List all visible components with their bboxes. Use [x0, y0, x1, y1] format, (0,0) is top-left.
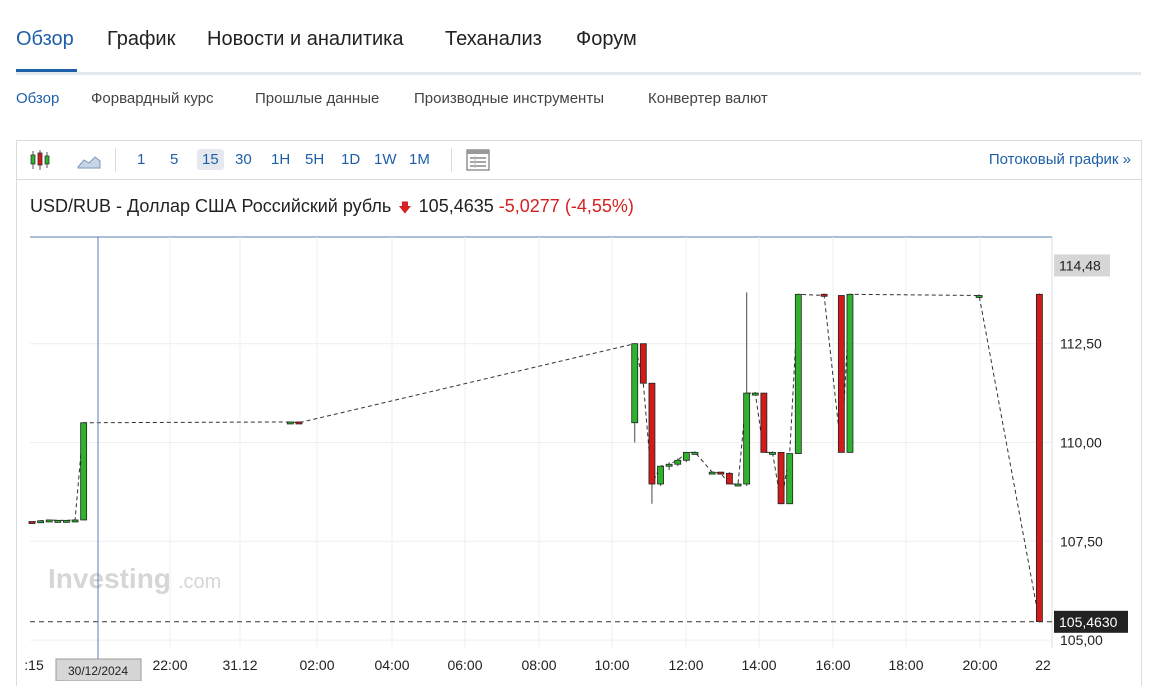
candle-body[interactable] — [820, 293, 828, 297]
x-tick-label: 22:00 — [152, 657, 187, 673]
candle-body[interactable] — [708, 471, 716, 475]
candlestick-chart[interactable]: Investing .com 112,50 110,00 107,50 105,00 114… — [0, 0, 1166, 681]
candle-body[interactable] — [769, 451, 776, 455]
candle-body[interactable] — [648, 382, 656, 485]
x-tick-label: 20:00 — [962, 657, 997, 673]
candle-body[interactable] — [28, 521, 36, 524]
candle-body[interactable] — [63, 519, 70, 523]
candle-body[interactable] — [837, 295, 845, 453]
investing-watermark: Investing — [48, 563, 171, 594]
candle-body[interactable] — [717, 471, 725, 475]
x-tick-label: 02:00 — [299, 657, 334, 673]
candle-body[interactable] — [631, 343, 639, 424]
candle-body[interactable] — [734, 483, 742, 487]
candle-body[interactable] — [639, 343, 647, 384]
investing-watermark-suffix: .com — [178, 571, 221, 593]
candle-body[interactable] — [45, 519, 53, 523]
candle-body[interactable] — [1035, 293, 1043, 622]
candle-body[interactable] — [295, 421, 303, 425]
crosshair-date-label: 30/12/2024 — [68, 664, 128, 678]
candle-body[interactable] — [71, 519, 79, 523]
candle-body[interactable] — [846, 293, 854, 453]
candle-body[interactable] — [975, 295, 983, 298]
candle-body[interactable] — [54, 519, 62, 523]
x-tick-label: 16:00 — [815, 657, 850, 673]
y-tick-label: 105,00 — [1060, 632, 1103, 648]
last-price-label: 105,4630 — [1059, 614, 1118, 630]
y-tick-label: 112,50 — [1060, 336, 1102, 352]
candle-body[interactable] — [751, 392, 759, 396]
x-tick-label: 10:00 — [594, 657, 629, 673]
x-tick-label: 08:00 — [521, 657, 556, 673]
x-tick-label: 12:00 — [668, 657, 703, 673]
candle-body[interactable] — [777, 451, 785, 505]
y-tick-label: 107,50 — [1060, 533, 1103, 549]
y-tick-label: 110,00 — [1060, 435, 1102, 451]
x-tick-label: 04:00 — [374, 657, 409, 673]
high-price-label: 114,48 — [1059, 257, 1101, 273]
candle-body[interactable] — [682, 451, 690, 461]
candle-body[interactable] — [794, 293, 802, 454]
x-tick-label: :15 — [24, 657, 44, 673]
candle-body[interactable] — [674, 459, 682, 465]
candle-body[interactable] — [726, 472, 733, 485]
candle-body[interactable] — [786, 453, 794, 505]
candle-body[interactable] — [743, 392, 751, 485]
x-tick-label: 22 — [1035, 657, 1051, 673]
candle-body[interactable] — [657, 465, 664, 485]
candle-body[interactable] — [665, 463, 673, 467]
x-tick-label: 14:00 — [741, 657, 776, 673]
candle-body[interactable] — [760, 392, 768, 453]
x-tick-label: 18:00 — [888, 657, 923, 673]
x-tick-label: 06:00 — [447, 657, 482, 673]
candle-body[interactable] — [37, 520, 45, 524]
candle-body[interactable] — [80, 422, 88, 521]
candle-body[interactable] — [691, 451, 699, 455]
candle-body[interactable] — [286, 421, 294, 425]
x-tick-label: 31.12 — [222, 657, 257, 673]
